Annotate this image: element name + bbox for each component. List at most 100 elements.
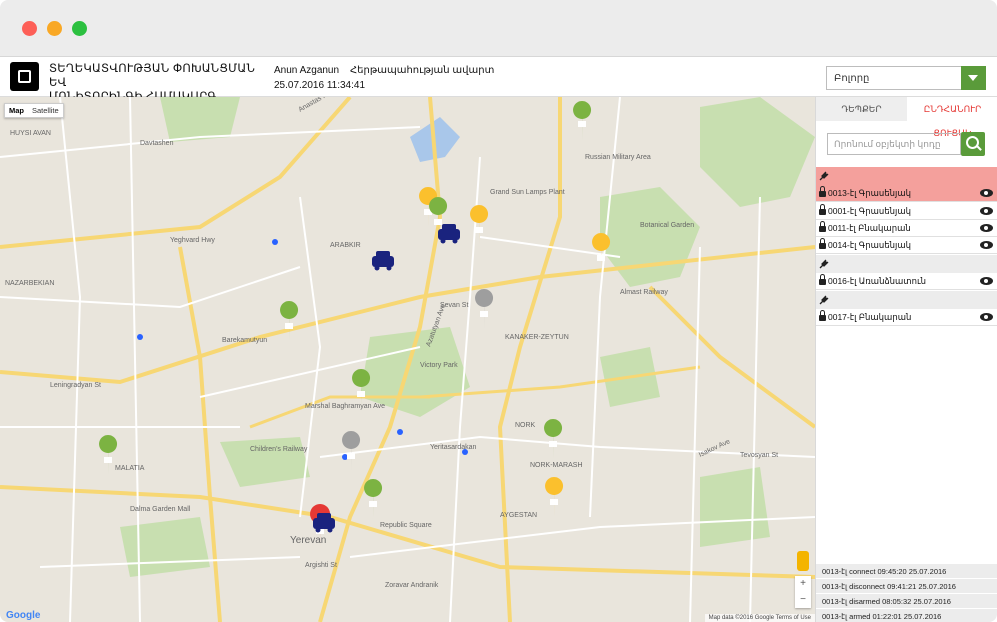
list-item-label: 0017-էլ Բնակարան — [828, 312, 912, 322]
eye-icon[interactable] — [980, 189, 993, 197]
map-label-arabkir: ARABKIR — [330, 242, 361, 249]
map-label-davtashen: Davtashen — [140, 140, 174, 147]
end-shift-link[interactable]: Հերթապահության ավարտ — [350, 65, 494, 76]
map-label-almast-railway: Almast Railway — [620, 289, 668, 296]
group-header[interactable] — [816, 167, 997, 185]
map-label-malatia: MALATIA — [115, 465, 145, 472]
map-label-huysi-avan: HUYSI AVAN — [10, 130, 51, 137]
eye-icon[interactable] — [980, 277, 993, 285]
tab-general-list[interactable]: ԸՆԴՀԱՆՈՒՐ ՑՈՒՑԱԿ — [907, 97, 997, 138]
map-label-kanaker: KANAKER-ZEYTUN — [505, 334, 569, 341]
map-footer: Google Map data ©2016 Google Terms of Us… — [0, 610, 815, 622]
map-type-map-button[interactable]: Map — [5, 104, 28, 117]
marker-gray-lock-icon[interactable] — [342, 431, 361, 471]
map-type-control: Map Satellite — [4, 103, 64, 118]
list-item-label: 0001-էլ Գրասենյակ — [828, 206, 911, 216]
plug-icon — [819, 171, 829, 181]
zoom-out-button[interactable]: − — [795, 592, 811, 608]
search-icon[interactable] — [961, 132, 985, 156]
event-log-entry: 0013-էլ disconnect 09:41:21 25.07.2016 — [816, 578, 997, 593]
marker-green-lock-icon[interactable] — [280, 301, 299, 341]
marker-green-lock-icon[interactable] — [573, 101, 592, 141]
event-log-entry: 0013-էլ connect 09:45:20 25.07.2016 — [816, 563, 997, 578]
zoom-control: + − — [795, 576, 811, 608]
map-label-victory-park: Victory Park — [420, 362, 458, 369]
map-label-sevan: Sevan St — [440, 302, 468, 309]
app-logo-icon — [10, 62, 39, 91]
lock-icon — [819, 221, 826, 232]
map-label-nork-marash: NORK-MARASH — [530, 462, 583, 469]
tab-incidents[interactable]: ԴԵՊՔԵՐ — [816, 97, 907, 121]
lock-icon — [819, 310, 826, 321]
event-log-entry: 0013-էլ armed 01:22:01 25.07.2016 — [816, 608, 997, 622]
street-view-pegman-icon[interactable] — [797, 551, 809, 571]
map-label-childrens-railway: Children's Railway — [250, 446, 308, 453]
list-item[interactable]: 0001-էլ Գրասենյակ — [816, 203, 997, 220]
lock-icon — [819, 186, 826, 197]
minimize-window-button[interactable] — [47, 21, 62, 36]
map-label-isakov: Isakov Ave — [698, 438, 732, 459]
current-datetime: 25.07.2016 11:34:41 — [274, 80, 366, 91]
plug-icon — [819, 259, 829, 269]
filter-select[interactable]: Բոլորը — [826, 66, 986, 90]
side-panel: ԴԵՊՔԵՐ ԸՆԴՀԱՆՈՒՐ ՑՈՒՑԱԿ Որոնում օբյեկտի … — [815, 97, 997, 622]
app-title-line1: ՏԵՂԵԿԱՏՎՈՒԹՅԱՆ ՓՈԽԱՆՑՄԱՆ ԵՎ — [49, 63, 256, 89]
user-name: Anun Azganun — [274, 65, 340, 76]
map-label-russian-military: Russian Military Area — [585, 154, 651, 161]
lock-icon — [819, 274, 826, 285]
chevron-down-icon[interactable] — [961, 66, 986, 90]
map-canvas[interactable]: ARABKIR NORK KANAKER-ZEYTUN NAZARBEKIAN … — [0, 97, 815, 622]
list-item[interactable]: 0014-էլ Գրասենյակ — [816, 237, 997, 254]
group-header[interactable] — [816, 291, 997, 309]
map-label-republic-square: Republic Square — [380, 522, 432, 529]
google-logo: Google — [6, 610, 41, 621]
list-item[interactable]: 0013-էլ Գրասենյակ — [816, 185, 997, 202]
map-type-satellite-button[interactable]: Satellite — [28, 104, 63, 117]
marker-gray-lock-icon[interactable] — [475, 289, 494, 329]
map-label-botanical: Botanical Garden — [640, 222, 694, 229]
map-label-tevosyan: Tevosyan St — [740, 452, 778, 459]
lock-icon — [819, 238, 826, 249]
list-item[interactable]: 0011-էլ Բնակարան — [816, 220, 997, 237]
map-label-yerevan: Yerevan — [290, 535, 326, 546]
map-label-yeritasardakan: Yeritasardakan — [430, 444, 477, 451]
window-titlebar — [0, 0, 997, 57]
map-label-baghramyan: Marshal Baghramyan Ave — [305, 403, 385, 410]
panel-tabs: ԴԵՊՔԵՐ ԸՆԴՀԱՆՈՒՐ ՑՈՒՑԱԿ — [816, 97, 997, 138]
marker-green-lock-icon[interactable] — [364, 479, 383, 519]
marker-green-lock-icon[interactable] — [544, 419, 563, 459]
list-item[interactable]: 0017-էլ Բնակարան — [816, 309, 997, 326]
map-label-dalma: Dalma Garden Mall — [130, 506, 191, 513]
list-item-label: 0016-էլ Առանձնատուն — [828, 276, 927, 286]
car-icon[interactable] — [438, 224, 460, 244]
marker-yellow-lock-icon[interactable] — [470, 205, 489, 245]
map-view[interactable]: ARABKIR NORK KANAKER-ZEYTUN NAZARBEKIAN … — [0, 97, 815, 622]
maximize-window-button[interactable] — [72, 21, 87, 36]
car-icon[interactable] — [372, 251, 394, 271]
filter-select-value: Բոլորը — [834, 73, 870, 84]
zoom-in-button[interactable]: + — [795, 576, 811, 592]
map-label-yeghvard: Yeghvard Hwy — [170, 237, 215, 244]
map-label-zoravar: Zoravar Andranik — [385, 582, 439, 589]
marker-yellow-lock-icon[interactable] — [545, 477, 564, 517]
map-markers[interactable] — [99, 101, 611, 547]
map-attribution[interactable]: Map data ©2016 Google Terms of Use — [704, 614, 815, 622]
map-label-leningradyan: Leningradyan St — [50, 382, 101, 389]
map-label-argishti: Argishti St — [305, 562, 337, 569]
eye-icon[interactable] — [980, 224, 993, 232]
close-window-button[interactable] — [22, 21, 37, 36]
eye-icon[interactable] — [980, 313, 993, 321]
event-log-entry: 0013-էլ disarmed 08:05:32 25.07.2016 — [816, 593, 997, 608]
list-item-label: 0013-էլ Գրասենյակ — [828, 188, 911, 198]
lock-icon — [819, 204, 826, 215]
object-search-input[interactable]: Որոնում օբյեկտի կոդը — [827, 133, 961, 155]
group-header[interactable] — [816, 255, 997, 273]
eye-icon[interactable] — [980, 241, 993, 249]
list-item-label: 0014-էլ Գրասենյակ — [828, 240, 911, 250]
app-window: ՏԵՂԵԿԱՏՎՈՒԹՅԱՆ ՓՈԽԱՆՑՄԱՆ ԵՎ ՄՈՆԻՏՈՐԻՆԳԻ … — [0, 0, 997, 622]
map-label-barekamutyun: Barekamutyun — [222, 337, 267, 344]
list-item[interactable]: 0016-էլ Առանձնատուն — [816, 273, 997, 290]
map-label-aygestan: AYGESTAN — [500, 512, 537, 519]
eye-icon[interactable] — [980, 207, 993, 215]
map-label-nazarbekian: NAZARBEKIAN — [5, 280, 54, 287]
